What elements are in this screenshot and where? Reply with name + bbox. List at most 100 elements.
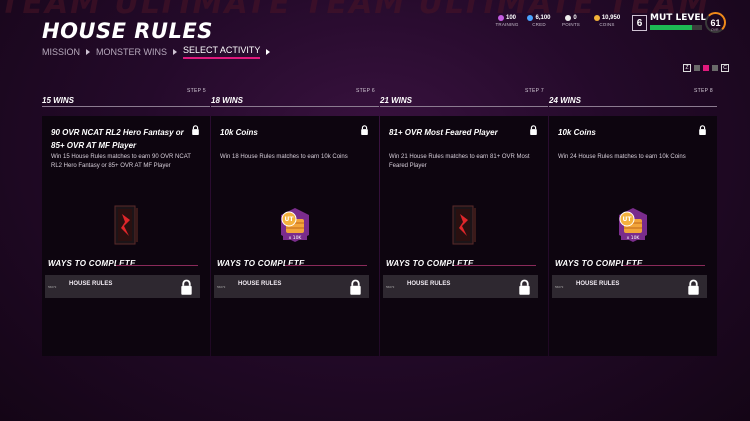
step-label: STEP 7 — [525, 88, 544, 94]
prev-page-key[interactable]: Z — [683, 64, 691, 72]
chevron-right-icon — [266, 49, 271, 55]
page-dot[interactable] — [712, 65, 718, 71]
lock-icon — [350, 279, 361, 295]
reward-title: 10k Coins — [220, 128, 258, 137]
coins-reward-image: UT x 10K — [549, 205, 717, 245]
wins-label: 15 WINS — [42, 96, 75, 105]
cred-value: 6,100 — [535, 15, 551, 21]
task-id: 56073 — [555, 285, 564, 289]
cred-label: CRED — [532, 22, 546, 27]
task-row-house-rules[interactable]: 56073 HOUSE RULES — [383, 275, 538, 298]
player-pack-image — [380, 204, 548, 246]
ways-to-complete-heading: WAYS TO COMPLETE — [217, 259, 305, 268]
coins-icon — [593, 15, 600, 21]
training-value: 100 — [505, 15, 516, 21]
wins-label: 18 WINS — [211, 96, 244, 105]
step-header: STEP 5 15 WINS — [42, 88, 210, 116]
reward-panel: 10k Coins Win 18 House Rules matches to … — [211, 116, 379, 356]
next-page-key[interactable]: C — [721, 64, 729, 72]
reward-description: Win 24 House Rules matches to earn 10k C… — [558, 154, 686, 160]
cred-icon — [527, 15, 534, 21]
step-card[interactable]: STEP 5 15 WINS 90 OVR NCAT RL2 Hero Fant… — [42, 88, 210, 356]
divider — [549, 106, 717, 107]
coins-reward-image: UT x 10K — [211, 205, 379, 245]
reward-panel: 90 OVR NCAT RL2 Hero Fantasy or 85+ OVR … — [42, 116, 210, 356]
divider — [211, 106, 379, 107]
reward-description: Win 21 House Rules matches to earn 81+ O… — [389, 154, 530, 169]
task-id: 56073 — [48, 285, 57, 289]
step-card[interactable]: STEP 6 18 WINS 10k Coins Win 18 House Ru… — [211, 88, 379, 356]
task-row-house-rules[interactable]: 56073 HOUSE RULES — [552, 275, 707, 298]
task-row-house-rules[interactable]: 56073 HOUSE RULES — [45, 275, 200, 298]
step-header: STEP 8 24 WINS — [549, 88, 717, 116]
divider — [623, 265, 705, 266]
task-id: 56073 — [386, 285, 395, 289]
step-header: STEP 7 21 WINS — [380, 88, 548, 116]
ways-to-complete-heading: WAYS TO COMPLETE — [48, 259, 136, 268]
reward-description: Win 18 House Rules matches to earn 10k C… — [220, 154, 348, 160]
player-pack-image — [42, 204, 210, 246]
team-ovr-label: OVR — [711, 28, 719, 32]
reward-panel: 10k Coins Win 24 House Rules matches to … — [549, 116, 717, 356]
lock-icon — [699, 125, 706, 135]
divider — [454, 265, 536, 266]
coins-label: COINS — [599, 22, 615, 27]
task-row-house-rules[interactable]: 56073 HOUSE RULES — [214, 275, 369, 298]
chevron-right-icon — [86, 49, 91, 55]
divider — [42, 106, 210, 107]
step-card[interactable]: STEP 7 21 WINS 81+ OVR Most Feared Playe… — [380, 88, 548, 356]
mut-level-label: MUT LEVEL — [650, 13, 707, 23]
coin-amount-label: x 10K — [627, 235, 641, 241]
page-title: HOUSE RULES — [42, 19, 213, 43]
reward-title: 81+ OVR Most Feared Player — [389, 128, 498, 137]
step-header: STEP 6 18 WINS — [211, 88, 379, 116]
task-name: HOUSE RULES — [407, 281, 451, 287]
points-label: POINTS — [562, 22, 580, 27]
coin-amount-label: x 10K — [289, 235, 303, 241]
lock-icon — [361, 125, 368, 135]
ways-to-complete-heading: WAYS TO COMPLETE — [386, 259, 474, 268]
lock-icon — [530, 125, 537, 135]
breadcrumb-select-activity[interactable]: SELECT ACTIVITY — [183, 45, 261, 59]
currency-points: 0 POINTS — [558, 15, 584, 27]
chevron-right-icon — [173, 49, 178, 55]
breadcrumb: MISSION MONSTER WINS SELECT ACTIVITY — [42, 45, 276, 59]
svg-text:UT: UT — [285, 216, 295, 223]
task-name: HOUSE RULES — [238, 281, 282, 287]
step-card[interactable]: STEP 8 24 WINS 10k Coins Win 24 House Ru… — [549, 88, 717, 356]
breadcrumb-mission[interactable]: MISSION — [42, 47, 80, 57]
step-label: STEP 8 — [694, 88, 713, 94]
coins-value: 10,950 — [601, 15, 621, 21]
lock-icon — [688, 279, 699, 295]
points-icon — [565, 15, 572, 21]
lock-icon — [192, 125, 199, 135]
task-name: HOUSE RULES — [576, 281, 620, 287]
divider — [285, 265, 367, 266]
lock-icon — [181, 279, 192, 295]
currency-cred: 6,100 CRED — [526, 15, 552, 27]
step-label: STEP 5 — [187, 88, 206, 94]
page-indicator: Z C — [683, 64, 729, 72]
mut-level-progress-bar — [650, 25, 702, 30]
wins-label: 24 WINS — [549, 96, 582, 105]
reward-title: 90 OVR NCAT RL2 Hero Fantasy or 85+ OVR … — [51, 128, 184, 150]
page-dot[interactable] — [694, 65, 700, 71]
currency-training: 100 TRAINING — [494, 15, 520, 27]
lock-icon — [519, 279, 530, 295]
divider — [380, 106, 548, 107]
ways-to-complete-heading: WAYS TO COMPLETE — [555, 259, 643, 268]
page-dot-active[interactable] — [703, 65, 709, 71]
training-icon — [497, 15, 504, 21]
svg-text:UT: UT — [623, 216, 633, 223]
reward-description: Win 15 House Rules matches to earn 90 OV… — [51, 154, 191, 169]
task-name: HOUSE RULES — [69, 281, 113, 287]
breadcrumb-monster-wins[interactable]: MONSTER WINS — [96, 47, 167, 57]
reward-panel: 81+ OVR Most Feared Player Win 21 House … — [380, 116, 548, 356]
wins-label: 21 WINS — [380, 96, 413, 105]
divider — [116, 265, 198, 266]
step-label: STEP 6 — [356, 88, 375, 94]
mut-level-progress-fill — [650, 25, 692, 30]
task-id: 56073 — [217, 285, 226, 289]
mut-level-number: 6 — [632, 15, 647, 31]
training-label: TRAINING — [495, 22, 519, 27]
